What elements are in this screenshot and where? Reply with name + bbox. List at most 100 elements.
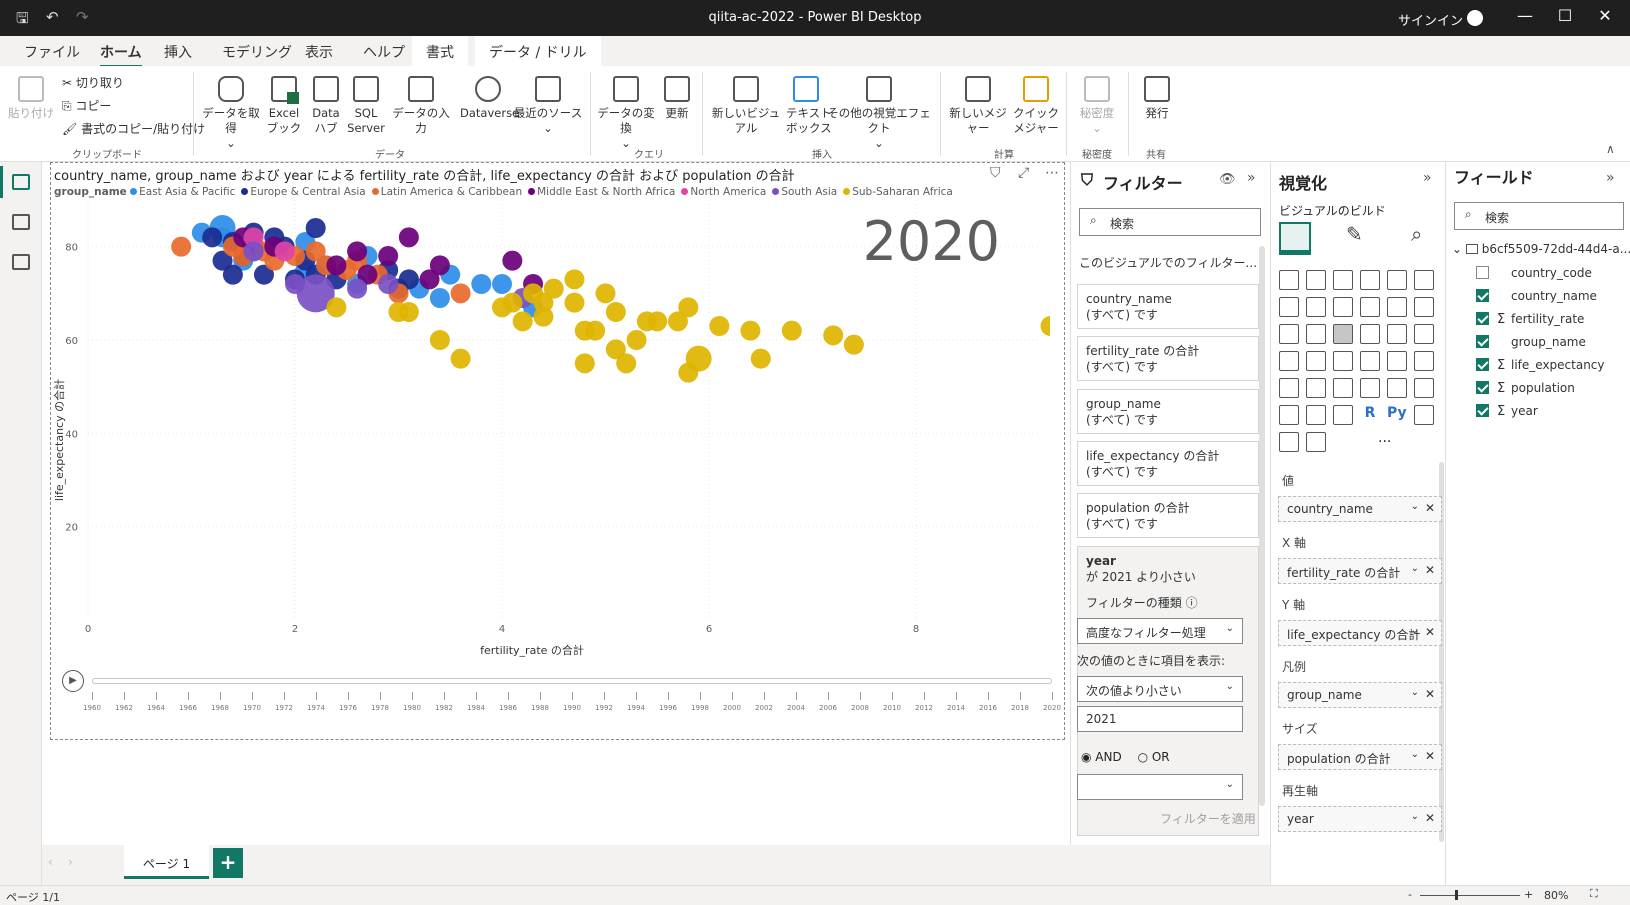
visual-type-icon[interactable]: [1306, 270, 1326, 290]
collapse-ribbon-icon[interactable]: ∧: [1606, 142, 1615, 156]
field-table[interactable]: ⌄ b6cf5509-72dd-44d4-a...: [1452, 242, 1630, 256]
chevron-down-icon[interactable]: ⌄: [1411, 811, 1419, 822]
visual-type-icon[interactable]: [1387, 378, 1407, 398]
signin-button[interactable]: サインイン: [1398, 10, 1463, 29]
visual-type-icon[interactable]: [1306, 351, 1326, 371]
visual-type-icon[interactable]: [1414, 378, 1434, 398]
visual-type-icon[interactable]: [1333, 297, 1353, 317]
visual-type-icon[interactable]: [1387, 297, 1407, 317]
model-view-icon[interactable]: [12, 254, 30, 270]
field-checkbox[interactable]: [1476, 358, 1489, 371]
dataverse-button[interactable]: Dataverse: [460, 76, 519, 121]
excel-button[interactable]: Excel ブック: [266, 76, 302, 136]
legend-item[interactable]: North America: [681, 186, 766, 198]
visual-type-icon[interactable]: [1387, 351, 1407, 371]
play-icon[interactable]: ▶: [62, 670, 84, 692]
legend-item[interactable]: Sub-Saharan Africa: [843, 186, 953, 198]
prev-page-icon[interactable]: ‹: [48, 855, 53, 869]
chevron-down-icon[interactable]: ⌄: [1411, 749, 1419, 760]
fit-page-icon[interactable]: ⛶: [1590, 887, 1598, 901]
legend-item[interactable]: South Asia: [772, 186, 837, 198]
remove-field-icon[interactable]: ✕: [1425, 749, 1435, 763]
legend-item[interactable]: Middle East & North Africa: [528, 186, 675, 198]
chevron-down-icon[interactable]: ⌄: [1411, 687, 1419, 698]
field-checkbox[interactable]: [1476, 381, 1489, 394]
get-data-button[interactable]: データを取得 ⌄: [200, 76, 262, 151]
datahub-button[interactable]: Data ハブ: [308, 76, 344, 136]
and-radio[interactable]: ◉ AND: [1081, 750, 1122, 764]
zoom-slider[interactable]: [1420, 895, 1520, 896]
apply-filter-button[interactable]: フィルターを適用: [1160, 810, 1256, 827]
remove-field-icon[interactable]: ✕: [1425, 501, 1435, 515]
eye-icon[interactable]: 👁: [1219, 172, 1236, 187]
chevron-down-icon[interactable]: ⌄: [1411, 563, 1419, 574]
zoom-out-icon[interactable]: -: [1408, 888, 1412, 901]
add-page-button[interactable]: +: [213, 848, 243, 878]
field-item[interactable]: Σfertility_rate: [1476, 312, 1584, 327]
visual-type-icon[interactable]: [1306, 378, 1326, 398]
field-checkbox[interactable]: [1476, 312, 1489, 325]
filter-value-input[interactable]: 2021: [1077, 706, 1243, 732]
filter-card-group-name[interactable]: group_name (すべて) です: [1077, 389, 1259, 434]
analytics-tab-icon[interactable]: ⌕: [1411, 222, 1437, 250]
collapse-viz-icon[interactable]: »: [1423, 170, 1432, 186]
recent-sources-button[interactable]: 最近のソース ⌄: [513, 76, 583, 136]
visual-type-icon[interactable]: [1306, 432, 1326, 452]
visual-type-icon[interactable]: [1279, 405, 1299, 425]
tab-page-1[interactable]: ページ 1: [124, 845, 209, 879]
filter-icon[interactable]: ⛉: [990, 165, 1001, 181]
refresh-button[interactable]: 更新: [660, 76, 694, 121]
filter-card-fertility-rate[interactable]: fertility_rate の合計 (すべて) です: [1077, 336, 1259, 381]
visual-type-icon[interactable]: [1360, 378, 1380, 398]
visual-type-icon[interactable]: [1414, 324, 1434, 344]
menu-insert[interactable]: 挿入: [164, 42, 192, 62]
visual-type-icon[interactable]: [1279, 378, 1299, 398]
remove-field-icon[interactable]: ✕: [1425, 625, 1435, 639]
fields-search-input[interactable]: ⌕ 検索: [1454, 202, 1624, 230]
new-visual-button[interactable]: 新しいビジュアル: [708, 76, 784, 136]
format-painter-button[interactable]: 🖌 書式のコピー/貼り付け: [62, 120, 205, 137]
zoom-in-icon[interactable]: +: [1524, 888, 1533, 901]
copy-button[interactable]: ⎘ コピー: [62, 97, 111, 114]
format-tab-icon[interactable]: ✎: [1346, 222, 1372, 250]
visual-type-icon[interactable]: [1306, 324, 1326, 344]
field-well[interactable]: group_name ⌄ ✕: [1278, 682, 1442, 708]
minimize-icon[interactable]: —: [1510, 6, 1540, 25]
field-item[interactable]: country_name: [1476, 289, 1597, 303]
field-item[interactable]: country_code: [1476, 266, 1592, 280]
field-item[interactable]: Σlife_expectancy: [1476, 358, 1605, 373]
r-visual-icon[interactable]: R: [1360, 405, 1380, 425]
visual-type-icon[interactable]: [1333, 378, 1353, 398]
menu-format[interactable]: 書式: [412, 36, 468, 66]
sensitivity-button[interactable]: 秘密度 ⌄: [1072, 76, 1122, 136]
legend-item[interactable]: Latin America & Caribbean: [371, 186, 522, 198]
remove-field-icon[interactable]: ✕: [1425, 687, 1435, 701]
zoom-level[interactable]: 80%: [1544, 889, 1568, 902]
publish-button[interactable]: 発行: [1134, 76, 1180, 121]
visual-type-icon[interactable]: [1279, 270, 1299, 290]
visual-type-icon[interactable]: [1387, 270, 1407, 290]
legend-item[interactable]: East Asia & Pacific: [130, 186, 235, 198]
visual-type-icon[interactable]: [1360, 351, 1380, 371]
new-measure-button[interactable]: 新しいメジャー: [946, 76, 1010, 136]
collapse-filters-icon[interactable]: »: [1247, 170, 1256, 186]
field-item[interactable]: Σyear: [1476, 404, 1538, 419]
close-icon[interactable]: ✕: [1590, 6, 1620, 25]
more-options-icon[interactable]: ⋯: [1045, 165, 1059, 181]
menu-view[interactable]: 表示: [305, 42, 333, 62]
field-item[interactable]: group_name: [1476, 335, 1586, 349]
field-well[interactable]: country_name ⌄ ✕: [1278, 496, 1442, 522]
visual-type-icon[interactable]: [1414, 405, 1434, 425]
paste-button[interactable]: 貼り付け: [8, 76, 54, 121]
field-well[interactable]: population の合計 ⌄ ✕: [1278, 744, 1442, 770]
more-visuals-button[interactable]: その他の視覚エフェクト ⌄: [824, 76, 934, 151]
next-page-icon[interactable]: ›: [68, 855, 73, 869]
enter-data-button[interactable]: データの入力: [390, 76, 452, 136]
filters-scrollbar[interactable]: [1259, 246, 1265, 806]
operator-dropdown[interactable]: 次の値より小さい ⌄: [1077, 676, 1243, 702]
menu-help[interactable]: ヘルプ: [363, 42, 405, 62]
filter-card-country-name[interactable]: country_name (すべて) です: [1077, 284, 1259, 329]
data-view-icon[interactable]: [12, 214, 30, 230]
field-checkbox[interactable]: [1476, 289, 1489, 302]
focus-mode-icon[interactable]: ⤢: [1018, 165, 1029, 181]
